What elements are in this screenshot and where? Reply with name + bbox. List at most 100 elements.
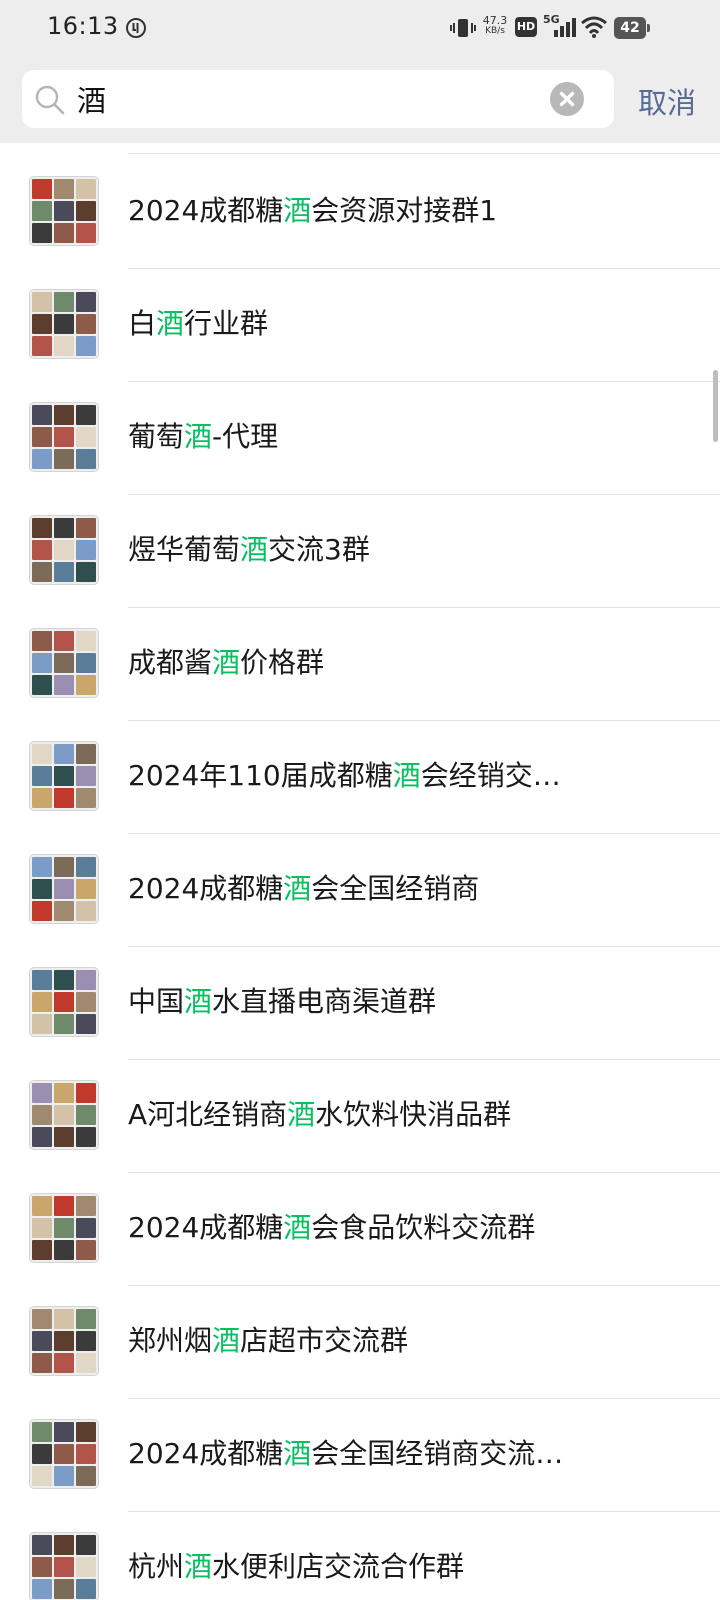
- avatar-tile: [32, 1218, 52, 1238]
- avatar-tile: [54, 223, 74, 243]
- group-avatar: [29, 1306, 99, 1376]
- avatar-tile: [32, 970, 52, 990]
- avatar-tile: [54, 1309, 74, 1329]
- list-item[interactable]: 葡萄酒-代理: [0, 380, 720, 495]
- avatar-tile: [54, 675, 74, 695]
- group-avatar: [29, 515, 99, 585]
- group-name-suffix: 店超市交流群: [240, 1324, 409, 1357]
- avatar-tile: [32, 1240, 52, 1260]
- search-results-list: 2024成都糖酒会资源对接群1 白酒行业群 葡萄酒-代理 煜华葡萄酒交流3群 成都酱酒价…: [0, 143, 720, 1600]
- group-name-prefix: 煜华葡萄: [128, 533, 241, 566]
- list-item[interactable]: 郑州烟酒店超市交流群: [0, 1284, 720, 1399]
- hd-label: HD: [516, 20, 536, 33]
- scrollbar[interactable]: [713, 370, 718, 442]
- list-item[interactable]: 成都酱酒价格群: [0, 606, 720, 721]
- avatar-tile: [54, 1466, 74, 1486]
- avatar-tile: [54, 540, 74, 560]
- avatar-tile: [54, 336, 74, 356]
- avatar-tile: [32, 223, 52, 243]
- status-bar: 16:13 47.3 KB/s HD 5G 42: [0, 0, 720, 56]
- avatar-tile: [32, 879, 52, 899]
- clear-icon[interactable]: [550, 82, 584, 116]
- avatar-tile: [32, 1196, 52, 1216]
- list-item[interactable]: A河北经销商酒水饮料快消品群: [0, 1058, 720, 1173]
- group-name-suffix: 会全国经销商交流…: [311, 1437, 564, 1470]
- keyword-highlight: 酒: [212, 1324, 241, 1357]
- group-name: 2024成都糖酒会全国经销商: [128, 869, 608, 909]
- avatar-tile: [32, 179, 52, 199]
- avatar-tile: [76, 449, 96, 469]
- signal-icon: 5G: [542, 12, 576, 40]
- avatar-tile: [32, 201, 52, 221]
- avatar-tile: [76, 1196, 96, 1216]
- list-item[interactable]: 2024成都糖酒会资源对接群1: [0, 154, 720, 269]
- avatar-tile: [76, 336, 96, 356]
- avatar-tile: [76, 901, 96, 921]
- avatar-tile: [54, 292, 74, 312]
- group-avatar: [29, 1193, 99, 1263]
- avatar-tile: [54, 788, 74, 808]
- avatar-tile: [32, 631, 52, 651]
- keyword-highlight: 酒: [283, 1211, 312, 1244]
- group-name-prefix: 中国: [128, 985, 185, 1018]
- avatar-tile: [76, 1579, 96, 1599]
- search-header: 16:13 47.3 KB/s HD 5G 42 酒 取消: [0, 0, 720, 143]
- cancel-button[interactable]: 取消: [638, 80, 696, 122]
- avatar-tile: [76, 1127, 96, 1147]
- keyword-highlight: 酒: [392, 759, 421, 792]
- list-item[interactable]: 煜华葡萄酒交流3群: [0, 493, 720, 608]
- list-item[interactable]: 2024年110届成都糖酒会经销交…: [0, 719, 720, 834]
- avatar-tile: [54, 879, 74, 899]
- avatar-tile: [76, 201, 96, 221]
- avatar-tile: [76, 540, 96, 560]
- avatar-tile: [54, 449, 74, 469]
- search-box[interactable]: [22, 70, 614, 128]
- avatar-tile: [32, 1422, 52, 1442]
- avatar-tile: [54, 1422, 74, 1442]
- group-name-suffix: 交流3群: [268, 533, 370, 566]
- avatar-tile: [76, 1014, 96, 1034]
- avatar-tile: [32, 1014, 52, 1034]
- avatar-tile: [76, 427, 96, 447]
- avatar-tile: [76, 1422, 96, 1442]
- keyword-highlight: 酒: [240, 533, 269, 566]
- search-input[interactable]: [77, 70, 567, 128]
- list-item[interactable]: 2024成都糖酒会食品饮料交流群: [0, 1171, 720, 1286]
- avatar-tile: [76, 1557, 96, 1577]
- group-avatar: [29, 741, 99, 811]
- list-item[interactable]: 中国酒水直播电商渠道群: [0, 945, 720, 1060]
- list-item[interactable]: 杭州酒水便利店交流合作群: [0, 1510, 720, 1600]
- avatar-tile: [32, 1309, 52, 1329]
- avatar-tile: [54, 427, 74, 447]
- avatar-tile: [76, 1466, 96, 1486]
- app-status-icon: [124, 16, 148, 44]
- avatar-tile: [54, 562, 74, 582]
- list-item[interactable]: 2024成都糖酒会全国经销商: [0, 832, 720, 947]
- group-avatar: [29, 176, 99, 246]
- avatar-tile: [32, 1353, 52, 1373]
- avatar-tile: [76, 1083, 96, 1103]
- avatar-tile: [32, 744, 52, 764]
- status-time: 16:13: [47, 12, 119, 40]
- group-name: 2024年110届成都糖酒会经销交…: [128, 756, 608, 796]
- net-speed: 47.3 KB/s: [481, 15, 509, 37]
- group-name-prefix: 成都酱: [128, 646, 213, 679]
- group-name-suffix: 水便利店交流合作群: [212, 1550, 465, 1583]
- group-avatar: [29, 289, 99, 359]
- group-name: 杭州酒水便利店交流合作群: [128, 1547, 608, 1587]
- avatar-tile: [76, 179, 96, 199]
- list-item[interactable]: 2024成都糖酒会全国经销商交流…: [0, 1397, 720, 1512]
- avatar-tile: [76, 653, 96, 673]
- group-name-prefix: 2024成都糖: [128, 1211, 284, 1244]
- avatar-tile: [76, 675, 96, 695]
- list-item[interactable]: 白酒行业群: [0, 267, 720, 382]
- avatar-tile: [54, 1240, 74, 1260]
- avatar-tile: [32, 518, 52, 538]
- group-name: 煜华葡萄酒交流3群: [128, 530, 608, 570]
- avatar-tile: [76, 1309, 96, 1329]
- group-name-prefix: 2024成都糖: [128, 1437, 284, 1470]
- avatar-tile: [54, 1105, 74, 1125]
- avatar-tile: [54, 1579, 74, 1599]
- keyword-highlight: 酒: [184, 420, 213, 453]
- avatar-tile: [54, 1014, 74, 1034]
